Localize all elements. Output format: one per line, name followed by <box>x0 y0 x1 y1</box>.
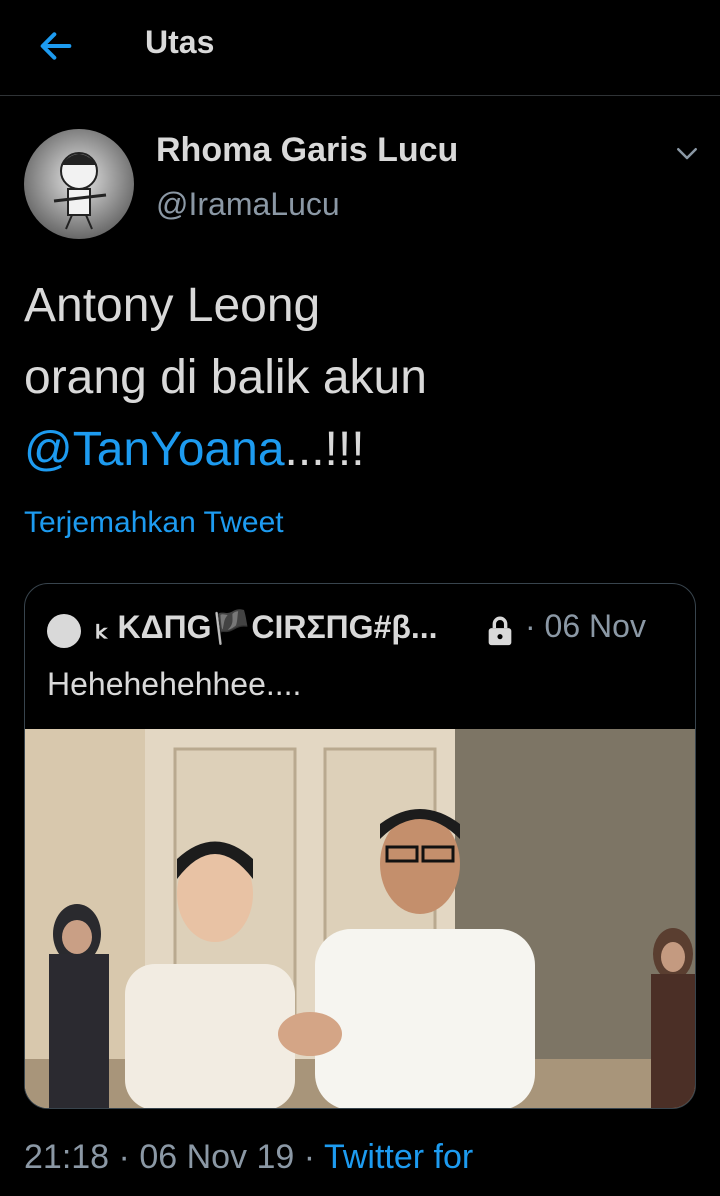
tweet-text-line: orang di balik akun <box>24 351 427 404</box>
tweet-source-link[interactable]: Twitter for <box>324 1138 473 1176</box>
translate-tweet-link[interactable]: Terjemahkan Tweet <box>24 506 284 540</box>
page-title: Utas <box>145 24 215 60</box>
avatar[interactable] <box>24 129 134 239</box>
quoted-tweet-card[interactable]: ₖ KΔПG🏴CIRΣПG#β... · 06 Nov Hehehehehhee… <box>24 583 696 1109</box>
author-display-name[interactable]: Rhoma Garis Lucu <box>156 131 458 170</box>
quoted-photo[interactable] <box>25 729 696 1109</box>
tweet-text-line: @TanYoana...!!! <box>24 414 684 486</box>
quoted-date: · 06 Nov <box>525 608 646 645</box>
tweet-text-line: Antony Leong <box>24 279 321 332</box>
top-bar: Utas <box>0 0 720 96</box>
mention-suffix: ...!!! <box>284 423 365 476</box>
arrow-left-icon[interactable] <box>36 26 76 66</box>
date-separator: · <box>525 608 536 644</box>
lock-icon <box>488 616 512 646</box>
quoted-avatar <box>47 614 81 648</box>
tweet-time: 21:18 <box>24 1138 110 1176</box>
author-handle[interactable]: @IramaLucu <box>156 186 340 223</box>
tweet-date: 06 Nov 19 <box>139 1138 295 1176</box>
quoted-text: Hehehehehhee.... <box>47 666 302 702</box>
tweet-meta: 21:18 · 06 Nov 19 · Twitter for <box>24 1138 473 1177</box>
chevron-down-icon[interactable] <box>672 138 702 168</box>
quoted-date-text: 06 Nov <box>544 608 646 644</box>
quoted-display-name: ₖ KΔПG🏴CIRΣПG#β... <box>95 609 438 645</box>
mention-link[interactable]: @TanYoana <box>24 423 285 476</box>
meta-separator: · <box>303 1138 316 1176</box>
tweet-text: Antony Leong orang di balik akun @TanYoa… <box>24 270 684 486</box>
meta-separator: · <box>118 1138 130 1176</box>
